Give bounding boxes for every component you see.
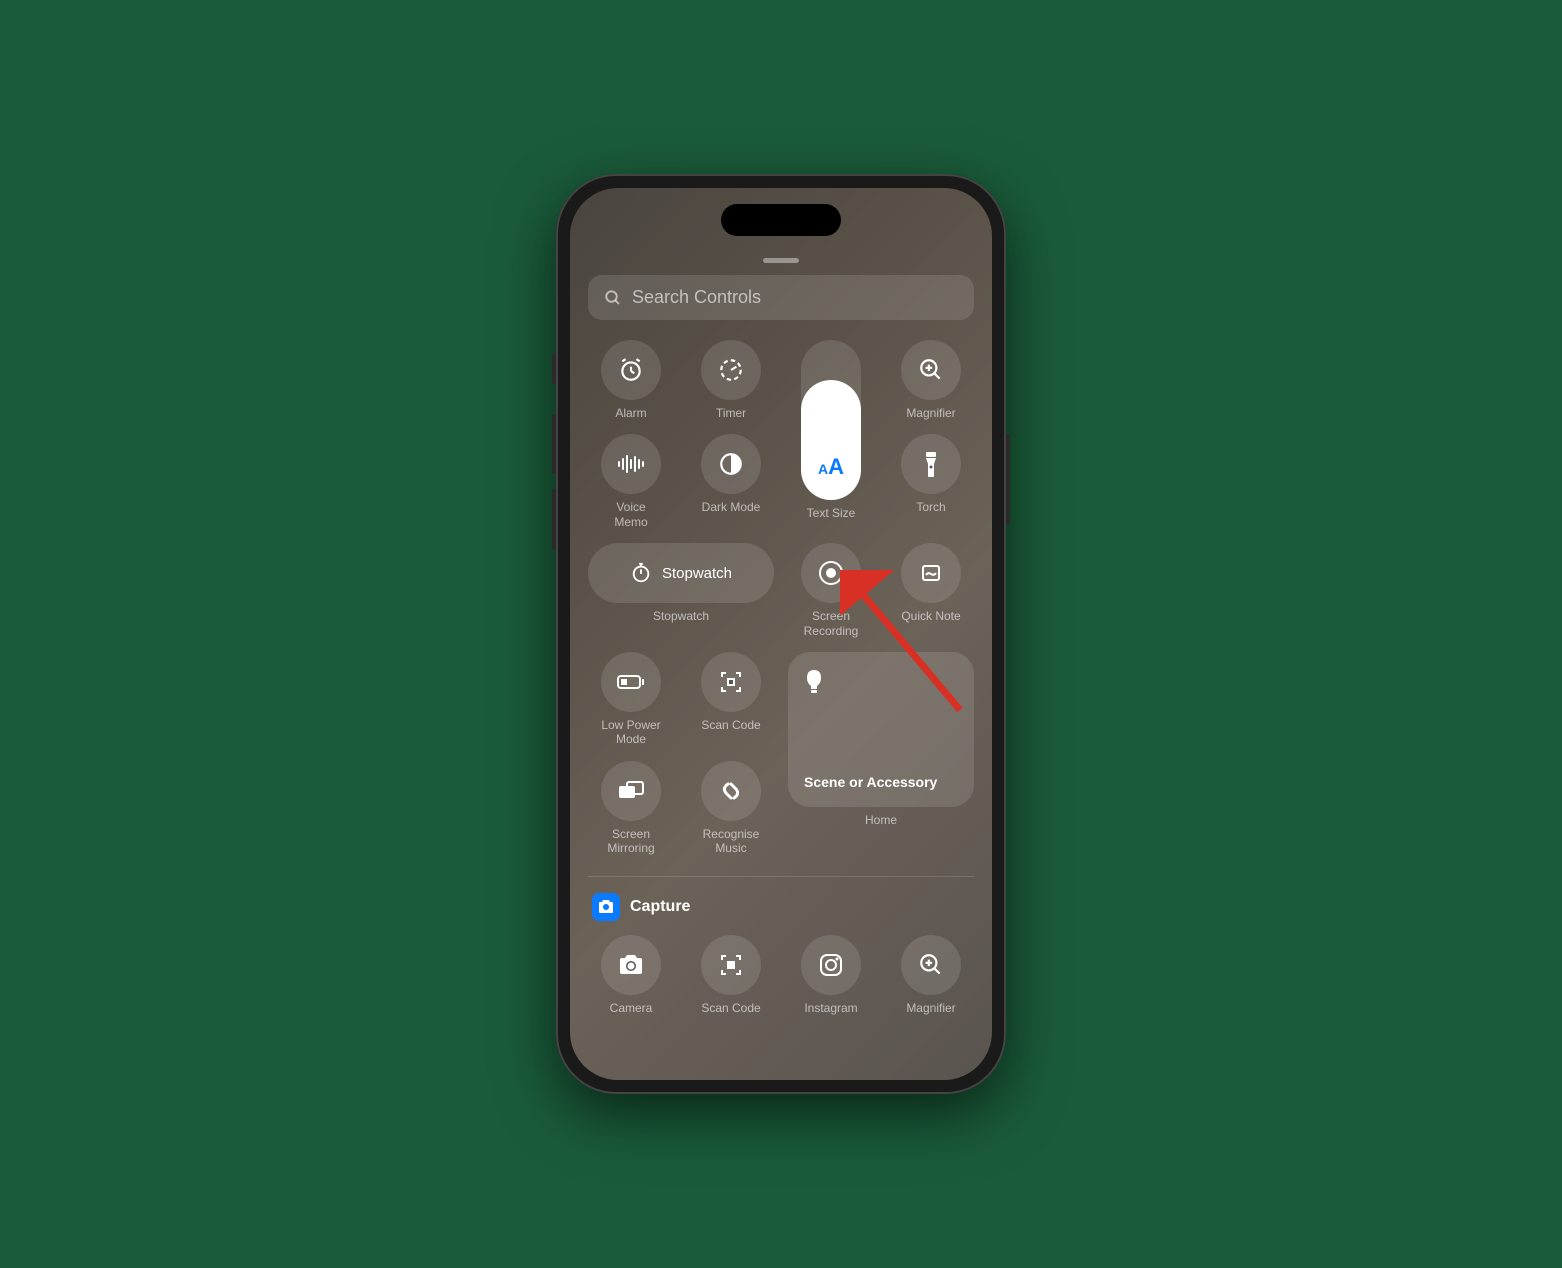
screen: Search Controls Alarm <box>570 188 992 1080</box>
home-label: Home <box>865 813 897 827</box>
timer-control[interactable]: Timer <box>688 340 774 420</box>
capture-title: Capture <box>630 898 690 916</box>
magnifier-icon <box>918 952 944 978</box>
sheet-grabber[interactable] <box>763 258 799 263</box>
camera-icon <box>617 954 645 976</box>
stopwatch-control[interactable]: Stopwatch Stopwatch <box>588 543 774 638</box>
alarm-label: Alarm <box>615 406 646 420</box>
volume-up-button <box>552 414 556 474</box>
divider <box>588 876 974 877</box>
recognise-music-label: Recognise Music <box>703 827 760 856</box>
scan-code-control[interactable]: Scan Code <box>688 652 774 747</box>
camera-control[interactable]: Camera <box>588 935 674 1015</box>
voice-memo-label: Voice Memo <box>614 500 647 529</box>
instagram-control[interactable]: Instagram <box>788 935 874 1015</box>
dynamic-island <box>721 204 841 236</box>
screen-recording-control[interactable]: Screen Recording <box>788 543 874 638</box>
magnifier-capture-control[interactable]: Magnifier <box>888 935 974 1015</box>
instagram-label: Instagram <box>804 1001 857 1015</box>
alarm-icon <box>618 357 644 383</box>
dark-mode-label: Dark Mode <box>702 500 761 514</box>
power-button <box>1006 434 1010 524</box>
text-size-icon: AA <box>818 454 844 480</box>
dark-mode-icon <box>718 451 744 477</box>
scan-code-capture-control[interactable]: Scan Code <box>688 935 774 1015</box>
capture-section-header: Capture <box>588 893 974 921</box>
voice-memo-control[interactable]: Voice Memo <box>588 434 674 529</box>
stopwatch-icon <box>630 562 652 584</box>
text-size-control[interactable]: AA Text Size <box>788 340 874 529</box>
magnifier-capture-label: Magnifier <box>906 1001 955 1015</box>
torch-icon <box>923 450 939 478</box>
qr-icon <box>719 670 743 694</box>
capture-grid: Camera Scan Code <box>588 935 974 1015</box>
timer-label: Timer <box>716 406 746 420</box>
controls-grid: Alarm Timer AA <box>588 340 974 856</box>
shazam-icon <box>718 778 744 804</box>
screen-mirroring-icon <box>617 780 645 802</box>
magnifier-control[interactable]: Magnifier <box>888 340 974 420</box>
torch-label: Torch <box>916 500 945 514</box>
home-scene-label: Scene or Accessory <box>804 773 958 791</box>
screen-mirroring-control[interactable]: Screen Mirroring <box>588 761 674 856</box>
control-center-customize: Search Controls Alarm <box>570 188 992 1080</box>
magnifier-icon <box>918 357 944 383</box>
quick-note-control[interactable]: Quick Note <box>888 543 974 638</box>
instagram-icon <box>818 952 844 978</box>
alarm-control[interactable]: Alarm <box>588 340 674 420</box>
quick-note-label: Quick Note <box>901 609 960 623</box>
timer-icon <box>718 357 744 383</box>
stopwatch-inner-label: Stopwatch <box>662 565 732 582</box>
dark-mode-control[interactable]: Dark Mode <box>688 434 774 529</box>
scan-code-label: Scan Code <box>701 718 760 732</box>
battery-icon <box>616 674 646 690</box>
volume-down-button <box>552 489 556 549</box>
iphone-frame: Search Controls Alarm <box>556 174 1006 1094</box>
screen-recording-icon <box>817 559 845 587</box>
search-icon <box>604 289 622 307</box>
stopwatch-label: Stopwatch <box>653 609 709 623</box>
low-power-label: Low Power Mode <box>601 718 660 747</box>
text-size-label: Text Size <box>807 506 856 520</box>
home-control[interactable]: Scene or Accessory Home <box>788 652 974 856</box>
camera-app-icon <box>592 893 620 921</box>
magnifier-label: Magnifier <box>906 406 955 420</box>
low-power-mode-control[interactable]: Low Power Mode <box>588 652 674 747</box>
torch-control[interactable]: Torch <box>888 434 974 529</box>
mute-switch <box>552 354 556 384</box>
camera-label: Camera <box>610 1001 653 1015</box>
voice-memo-icon <box>617 454 645 474</box>
qr-icon <box>719 953 743 977</box>
bulb-icon <box>804 668 958 696</box>
screen-recording-label: Screen Recording <box>804 609 859 638</box>
quick-note-icon <box>919 561 943 585</box>
scan-code-capture-label: Scan Code <box>701 1001 760 1015</box>
screen-mirroring-label: Screen Mirroring <box>607 827 654 856</box>
search-placeholder: Search Controls <box>632 287 761 308</box>
search-input[interactable]: Search Controls <box>588 275 974 320</box>
recognise-music-control[interactable]: Recognise Music <box>688 761 774 856</box>
